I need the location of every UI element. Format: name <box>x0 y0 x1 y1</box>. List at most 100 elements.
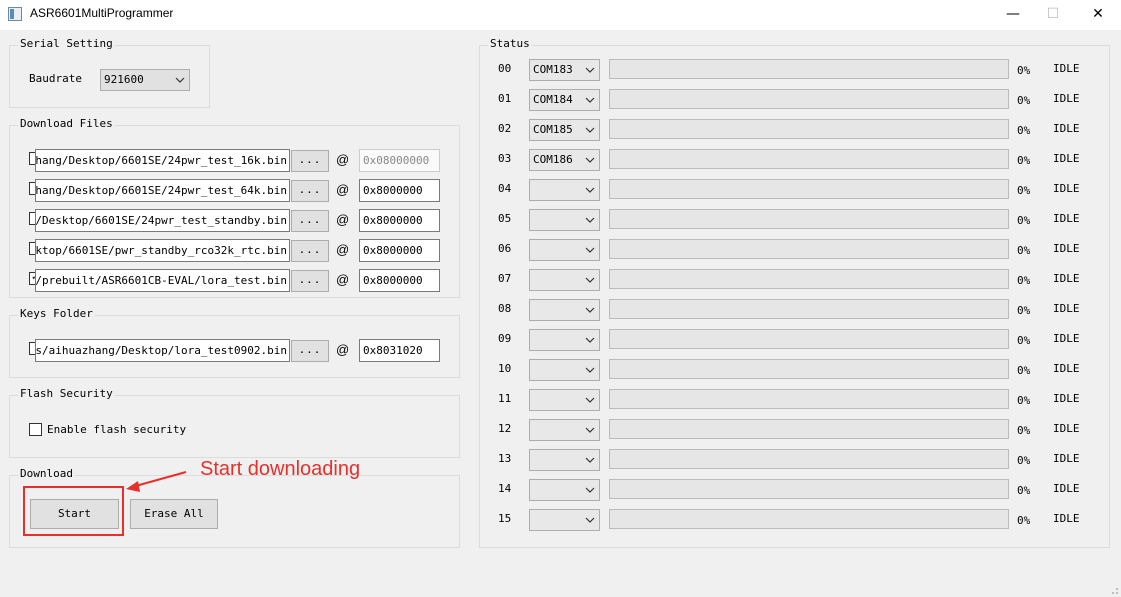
com-port-select[interactable] <box>529 479 600 501</box>
port-index: 08 <box>498 302 512 315</box>
port-state: IDLE <box>1053 452 1080 465</box>
at-symbol: @ <box>336 212 350 227</box>
port-index: 13 <box>498 452 512 465</box>
com-port-select[interactable] <box>529 239 600 261</box>
chevron-down-icon <box>585 487 595 493</box>
keys-folder-address-input[interactable]: 0x8031020 <box>359 339 440 362</box>
chevron-down-icon <box>585 427 595 433</box>
com-port-select[interactable]: COM186 <box>529 149 600 171</box>
port-index: 02 <box>498 122 512 135</box>
file-path-input[interactable]: D:/ASR6601/prebuilt/ASR6601CB-EVAL/lora_… <box>35 269 290 292</box>
file-path-input[interactable]: C:/Users/aihuazhang/Desktop/6601SE/24pwr… <box>35 209 290 232</box>
progress-percent: 0% <box>1017 214 1031 227</box>
progress-bar <box>609 479 1009 499</box>
com-port-select[interactable] <box>529 509 600 531</box>
port-state: IDLE <box>1053 212 1080 225</box>
progress-percent: 0% <box>1017 424 1031 437</box>
port-state: IDLE <box>1053 362 1080 375</box>
port-state: IDLE <box>1053 92 1080 105</box>
com-port-select[interactable] <box>529 179 600 201</box>
file-path-input[interactable]: C:/Users/aihuazhang/Desktop/6601SE/24pwr… <box>35 149 290 172</box>
port-index: 12 <box>498 422 512 435</box>
com-port-value: COM186 <box>533 153 573 166</box>
progress-percent: 0% <box>1017 334 1031 347</box>
port-state: IDLE <box>1053 242 1080 255</box>
file-browse-button[interactable]: ... <box>291 270 329 292</box>
file-browse-button[interactable]: ... <box>291 240 329 262</box>
progress-bar <box>609 89 1009 109</box>
file-browse-button[interactable]: ... <box>291 210 329 232</box>
com-port-value: COM183 <box>533 63 573 76</box>
file-browse-button[interactable]: ... <box>291 150 329 172</box>
progress-bar <box>609 299 1009 319</box>
com-port-select[interactable] <box>529 449 600 471</box>
chevron-down-icon <box>585 277 595 283</box>
file-path-input[interactable]: C:/Users/aihuazhang/Desktop/6601SE/24pwr… <box>35 179 290 202</box>
progress-percent: 0% <box>1017 184 1031 197</box>
port-state: IDLE <box>1053 152 1080 165</box>
port-index: 04 <box>498 182 512 195</box>
resize-grip-icon[interactable] <box>1109 585 1119 595</box>
keys-folder-path-input[interactable]: C:/Users/aihuazhang/Desktop/lora_test090… <box>35 339 290 362</box>
com-port-select[interactable]: COM185 <box>529 119 600 141</box>
baudrate-label: Baudrate <box>29 72 82 85</box>
progress-bar <box>609 449 1009 469</box>
file-address-input[interactable]: 0x8000000 <box>359 179 440 202</box>
start-highlight-box <box>23 486 124 536</box>
file-path-input[interactable]: C:/Users/aihuazhang/Desktop/6601SE/pwr_s… <box>35 239 290 262</box>
file-address-input[interactable]: 0x8000000 <box>359 269 440 292</box>
annotation-text: Start downloading <box>200 458 361 480</box>
progress-percent: 0% <box>1017 394 1031 407</box>
com-port-select[interactable] <box>529 299 600 321</box>
progress-bar <box>609 269 1009 289</box>
port-state: IDLE <box>1053 332 1080 345</box>
port-index: 14 <box>498 482 512 495</box>
flash-security-checkbox[interactable] <box>29 423 42 436</box>
title-bar: ASR6601MultiProgrammer — ☐ ✕ <box>0 0 1121 30</box>
port-state: IDLE <box>1053 182 1080 195</box>
flash-security-title: Flash Security <box>18 387 115 400</box>
at-symbol: @ <box>336 242 350 257</box>
baudrate-select[interactable]: 921600 <box>100 69 190 91</box>
port-state: IDLE <box>1053 392 1080 405</box>
com-port-select[interactable]: COM183 <box>529 59 600 81</box>
maximize-button[interactable]: ☐ <box>1030 0 1076 30</box>
at-symbol: @ <box>336 152 350 167</box>
window-title: ASR6601MultiProgrammer <box>30 6 174 20</box>
chevron-down-icon <box>585 187 595 193</box>
progress-bar <box>609 329 1009 349</box>
status-title: Status <box>488 37 532 50</box>
file-browse-button[interactable]: ... <box>291 180 329 202</box>
progress-percent: 0% <box>1017 364 1031 377</box>
port-state: IDLE <box>1053 62 1080 75</box>
port-index: 07 <box>498 272 512 285</box>
port-index: 09 <box>498 332 512 345</box>
com-port-select[interactable] <box>529 329 600 351</box>
annotation-arrow-icon <box>126 471 187 492</box>
port-index: 03 <box>498 152 512 165</box>
progress-bar <box>609 239 1009 259</box>
progress-bar <box>609 59 1009 79</box>
com-port-select[interactable]: COM184 <box>529 89 600 111</box>
erase-all-button[interactable]: Erase All <box>130 499 218 529</box>
port-state: IDLE <box>1053 422 1080 435</box>
file-address-input[interactable]: 0x8000000 <box>359 209 440 232</box>
com-port-select[interactable] <box>529 419 600 441</box>
progress-percent: 0% <box>1017 304 1031 317</box>
com-port-select[interactable] <box>529 269 600 291</box>
com-port-select[interactable] <box>529 389 600 411</box>
com-port-select[interactable] <box>529 359 600 381</box>
port-index: 15 <box>498 512 512 525</box>
file-address-input[interactable]: 0x8000000 <box>359 239 440 262</box>
file-address-input[interactable]: 0x08000000 <box>359 149 440 172</box>
progress-bar <box>609 359 1009 379</box>
download-title: Download <box>18 467 75 480</box>
close-button[interactable]: ✕ <box>1075 0 1121 30</box>
port-index: 06 <box>498 242 512 255</box>
com-port-select[interactable] <box>529 209 600 231</box>
download-files-title: Download Files <box>18 117 115 130</box>
chevron-down-icon <box>585 217 595 223</box>
chevron-down-icon <box>585 247 595 253</box>
keys-folder-browse-button[interactable]: ... <box>291 340 329 362</box>
chevron-down-icon <box>585 97 595 103</box>
